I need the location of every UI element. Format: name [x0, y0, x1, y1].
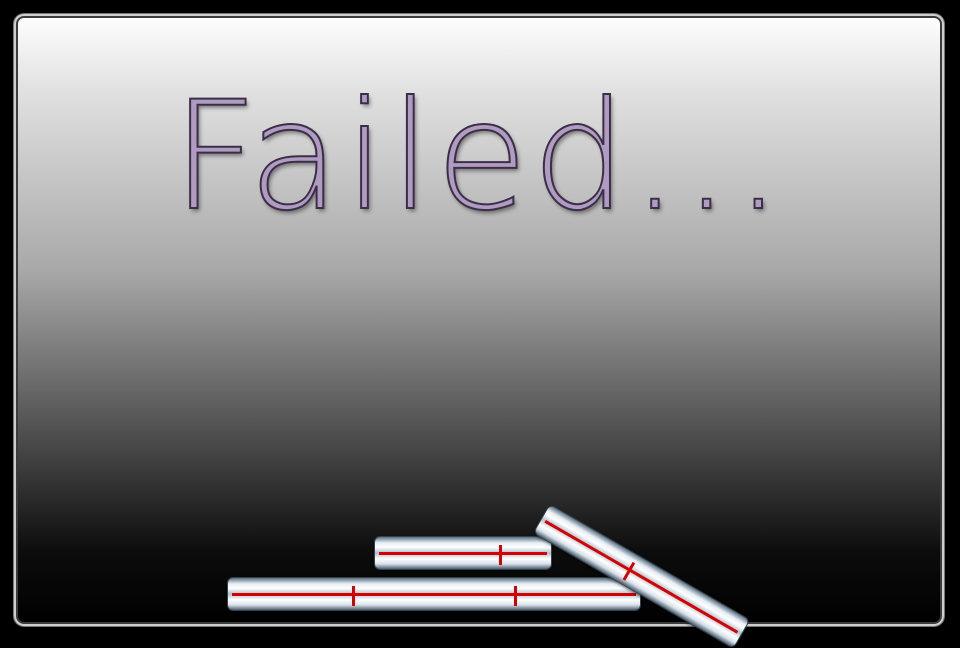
bottom-block [228, 578, 640, 610]
game-over-panel: Failed... [14, 14, 944, 626]
block-red-tick [514, 586, 517, 606]
block-red-line [232, 593, 636, 596]
failed-title: Failed... [171, 70, 787, 244]
middle-block [375, 537, 551, 569]
block-red-tick [499, 545, 502, 565]
block-red-tick [352, 586, 355, 606]
block-red-line [379, 552, 547, 555]
